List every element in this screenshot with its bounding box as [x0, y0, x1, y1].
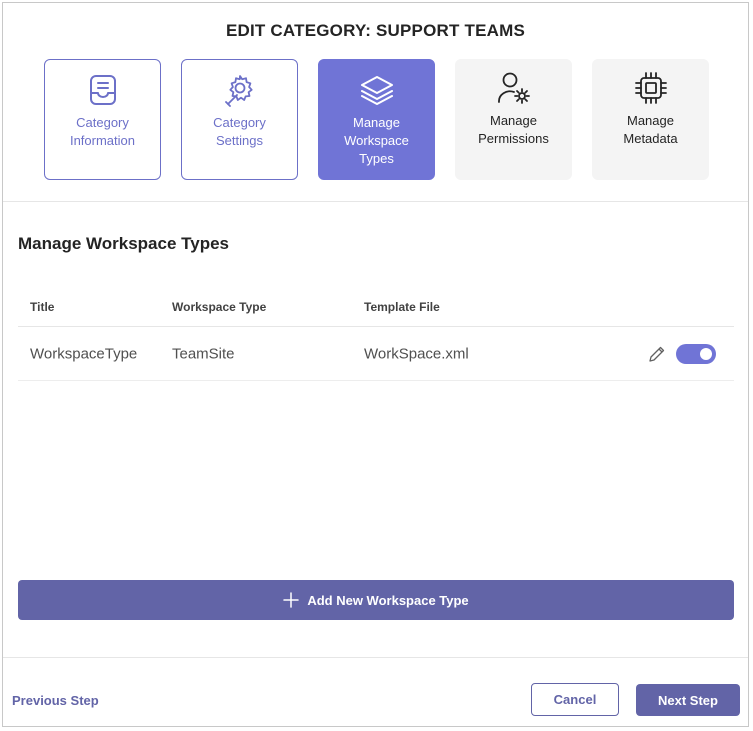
layers-icon [359, 72, 395, 108]
step-label-line: Category [76, 115, 129, 130]
toggle-knob [700, 347, 712, 360]
step-label-line: Information [69, 133, 136, 148]
step-category-settings[interactable]: Category Settings [181, 59, 298, 180]
inbox-icon [85, 72, 121, 108]
dialog-title: EDIT CATEGORY: SUPPORT TEAMS [225, 21, 526, 40]
step-label-line: Manage [353, 115, 400, 130]
table-row: WorkspaceType TeamSite WorkSpace.xml [18, 327, 734, 381]
column-header-template-file[interactable]: Template File [364, 300, 440, 314]
step-label-line: Settings [216, 133, 263, 148]
cell-title: WorkspaceType [30, 345, 138, 362]
step-manage-workspace-types[interactable]: Manage Workspace Types [318, 59, 435, 180]
cancel-button[interactable]: Cancel [531, 683, 619, 716]
header-divider [3, 201, 748, 202]
step-label-line: Manage [490, 113, 537, 128]
step-manage-permissions[interactable]: Manage Permissions [455, 59, 572, 180]
step-label-line: Manage [627, 113, 674, 128]
add-button-label: Add New Workspace Type [307, 592, 469, 608]
section-title: Manage Workspace Types [18, 234, 230, 253]
table-header: Title Workspace Type Template File [18, 287, 734, 327]
step-label-line: Metadata [623, 131, 678, 146]
previous-step-link[interactable]: Previous Step [12, 693, 99, 708]
enabled-toggle[interactable] [676, 343, 716, 364]
chip-icon [633, 70, 669, 106]
settings-wrench-icon [222, 72, 258, 108]
step-manage-metadata[interactable]: Manage Metadata [592, 59, 709, 180]
cell-workspace-type: TeamSite [172, 345, 235, 362]
column-header-workspace-type[interactable]: Workspace Type [172, 300, 266, 314]
add-workspace-type-button[interactable]: Add New Workspace Type [18, 580, 734, 620]
step-label-line: Types [359, 151, 394, 166]
step-category-information[interactable]: Category Information [44, 59, 161, 180]
step-label-line: Category [213, 115, 266, 130]
edit-row-button[interactable] [646, 343, 668, 365]
step-label-line: Workspace [344, 133, 409, 148]
cell-template-file: WorkSpace.xml [364, 345, 469, 362]
column-header-title[interactable]: Title [30, 300, 54, 314]
step-label-line: Permissions [478, 131, 549, 146]
footer-divider [3, 657, 748, 658]
next-step-button[interactable]: Next Step [636, 684, 740, 716]
edit-category-dialog: EDIT CATEGORY: SUPPORT TEAMS Category In… [2, 2, 749, 727]
person-gear-icon [496, 70, 532, 106]
pencil-icon [649, 346, 665, 362]
workspace-types-table: Title Workspace Type Template File Works… [18, 287, 734, 381]
plus-icon [283, 592, 300, 608]
